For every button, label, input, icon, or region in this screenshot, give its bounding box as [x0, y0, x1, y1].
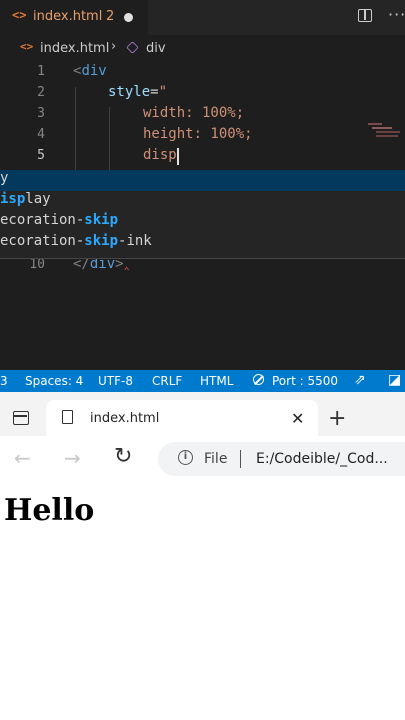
- status-eol[interactable]: CRLF: [152, 374, 182, 388]
- suggestion-item[interactable]: ecoration-skip-ink: [0, 233, 405, 254]
- more-actions-icon[interactable]: ···: [388, 5, 405, 24]
- suggestion-item[interactable]: isplay: [0, 191, 405, 212]
- indent-guide: [75, 87, 76, 171]
- browser-toolbar: ← → ↻ i File E:/Codeible/_Cod...: [0, 436, 405, 483]
- tab-problem-count: 2: [106, 9, 115, 24]
- line-number: 3: [37, 106, 45, 121]
- split-editor-icon[interactable]: [358, 9, 372, 22]
- symbol-icon: [126, 41, 139, 54]
- close-tab-icon[interactable]: ✕: [291, 409, 304, 428]
- page-heading: Hello: [4, 493, 95, 528]
- code-line: height: 100%;: [143, 126, 253, 142]
- status-bar: 3 Spaces: 4 UTF-8 CRLF HTML Port : 5500 …: [0, 370, 405, 392]
- line-number: 4: [37, 127, 45, 142]
- scheme-label: File: [204, 451, 228, 467]
- code-line: <div: [73, 63, 107, 79]
- status-problems[interactable]: 3: [0, 374, 8, 388]
- tab-filename: index.html: [33, 9, 103, 24]
- divider: [240, 450, 241, 468]
- info-icon[interactable]: i: [178, 450, 193, 465]
- code-line: style=": [108, 84, 168, 100]
- breadcrumb: <> index.html › div: [0, 35, 405, 61]
- autocomplete-list: y isplay ecoration-skip ecoration-skip-i…: [0, 170, 405, 259]
- new-tab-icon[interactable]: +: [328, 406, 346, 431]
- unsaved-dot-icon[interactable]: [124, 13, 133, 22]
- reload-icon[interactable]: ↻: [114, 444, 132, 469]
- line-number: 1: [37, 64, 45, 79]
- indent-guide: [109, 107, 110, 171]
- browser-tab[interactable]: index.html ✕: [46, 400, 318, 436]
- breadcrumb-file[interactable]: index.html: [40, 41, 109, 56]
- editor-tab-bar: <> index.html 2 ···: [0, 0, 405, 35]
- breadcrumb-symbol[interactable]: div: [146, 41, 166, 56]
- code-line: width: 100%;: [143, 105, 245, 121]
- line-number: 2: [37, 85, 45, 100]
- forward-icon[interactable]: →: [64, 446, 81, 470]
- status-language[interactable]: HTML: [200, 374, 233, 388]
- chevron-right-icon: ›: [111, 39, 117, 54]
- no-entry-icon: [253, 374, 264, 385]
- page-viewport: Hello: [0, 482, 405, 720]
- address-bar[interactable]: i File E:/Codeible/_Cod...: [158, 442, 405, 476]
- notifications-icon[interactable]: ◪: [388, 372, 401, 388]
- code-icon: <>: [12, 8, 27, 22]
- code-icon: <>: [20, 40, 34, 53]
- line-number: 5: [37, 148, 45, 163]
- status-encoding[interactable]: UTF-8: [98, 374, 133, 388]
- minimap[interactable]: [366, 121, 402, 141]
- url-text[interactable]: E:/Codeible/_Cod...: [256, 451, 388, 467]
- line-number: 10: [29, 257, 45, 272]
- back-icon[interactable]: ←: [14, 446, 31, 470]
- tab-actions-icon[interactable]: [13, 411, 29, 425]
- text-cursor: [177, 148, 179, 165]
- code-line-current: disp: [143, 147, 177, 163]
- status-live-server-port[interactable]: Port : 5500: [272, 374, 338, 388]
- live-share-icon[interactable]: ⇗: [354, 372, 366, 388]
- editor-tab-index-html[interactable]: <> index.html 2: [0, 0, 148, 35]
- browser-tab-title: index.html: [90, 411, 160, 426]
- document-icon: [62, 410, 73, 424]
- status-indentation[interactable]: Spaces: 4: [25, 374, 83, 388]
- browser-tab-strip: index.html ✕ +: [0, 392, 405, 436]
- suggestion-item[interactable]: y: [0, 170, 405, 191]
- suggestion-item[interactable]: ecoration-skip: [0, 212, 405, 233]
